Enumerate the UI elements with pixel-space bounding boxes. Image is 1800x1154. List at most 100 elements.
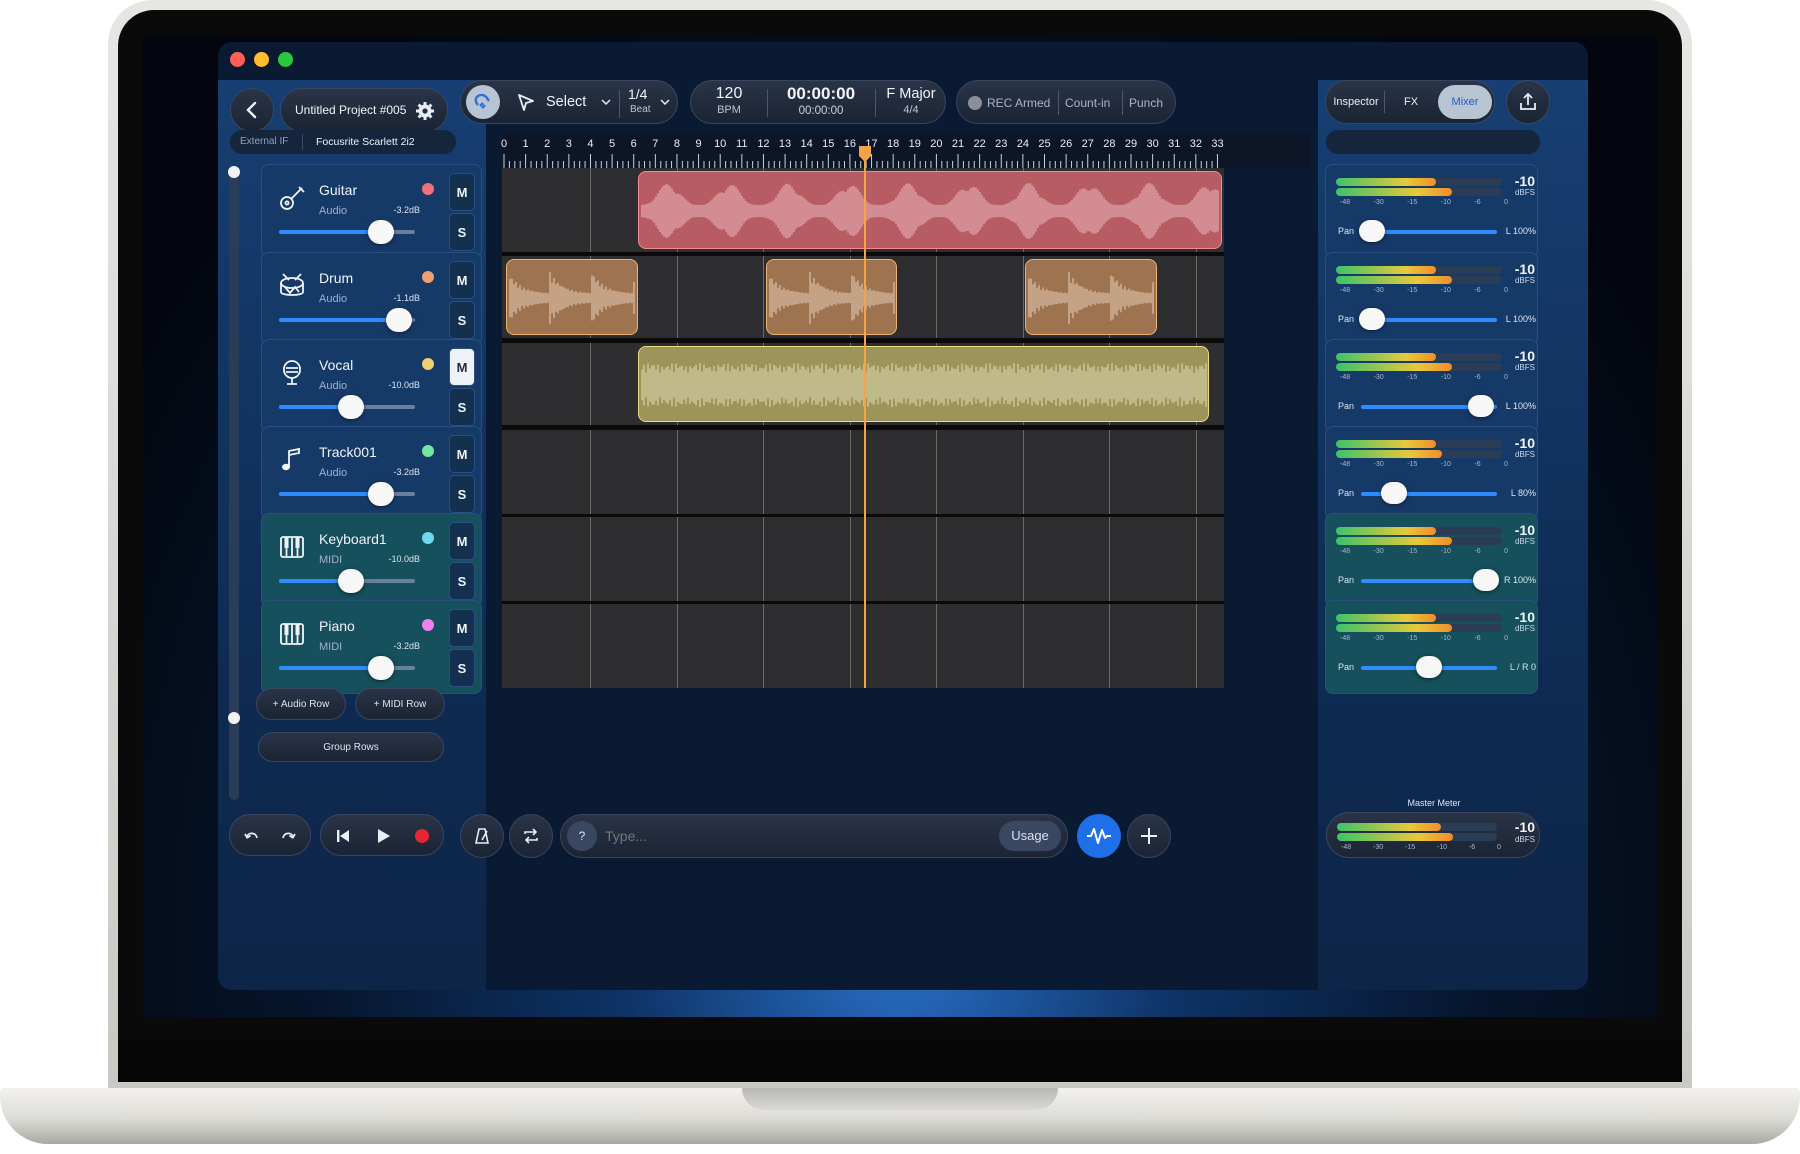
arrangement-area[interactable] (502, 168, 1224, 688)
timeline-ruler[interactable]: 0 1 2 3 4 5 6 7 8 9 10 11 12 13 14 15 16 17 18 19 20 21 22 23 24… (501, 134, 1310, 168)
punch-toggle[interactable]: Punch (1129, 96, 1163, 110)
audio-interface-bar[interactable]: External IF Focusrite Scarlett 2i2 (230, 130, 456, 154)
track-header[interactable]: Guitar Audio -3.2dB M S (261, 164, 482, 258)
audio-clip[interactable] (506, 259, 639, 335)
prompt-bar: ? Usage (560, 814, 1068, 858)
pan-slider-knob[interactable] (1359, 220, 1385, 242)
project-pill[interactable]: Untitled Project #005 (280, 88, 448, 132)
volume-slider-knob[interactable] (338, 395, 364, 419)
tab-inspector[interactable]: Inspector (1328, 86, 1384, 118)
redo-icon[interactable] (280, 828, 296, 844)
meter-level (1336, 440, 1436, 448)
usage-button[interactable]: Usage (999, 821, 1061, 851)
track-lane[interactable] (502, 430, 1224, 514)
grid-value[interactable]: 1/4 (628, 86, 647, 102)
help-button[interactable]: ? (567, 821, 597, 851)
track-volume-db: -3.2dB (393, 641, 420, 651)
skip-to-start-icon[interactable] (335, 828, 351, 844)
mute-button[interactable]: M (449, 261, 475, 299)
group-rows-button[interactable]: Group Rows (258, 732, 444, 762)
track-header[interactable]: Vocal Audio -10.0dB M S (261, 339, 482, 433)
volume-slider-knob[interactable] (368, 482, 394, 506)
audio-clip[interactable] (765, 259, 898, 335)
pan-slider-knob[interactable] (1359, 308, 1385, 330)
mute-button[interactable]: M (449, 609, 475, 647)
meter-scale-label: -15 (1407, 635, 1418, 642)
tab-mixer[interactable]: Mixer (1438, 85, 1492, 119)
mute-button[interactable]: M (449, 173, 475, 211)
interface-divider (302, 134, 303, 150)
track-header[interactable]: Track001 Audio -3.2dB M S (261, 426, 482, 520)
audio-clip[interactable] (1025, 259, 1157, 335)
back-button[interactable] (230, 88, 274, 132)
tool-select-label[interactable]: Select (546, 94, 586, 110)
waveform-button[interactable] (1077, 814, 1121, 858)
scrollbar-top-handle[interactable] (228, 166, 240, 178)
grid-dropdown-icon[interactable] (660, 98, 670, 106)
count-in-toggle[interactable]: Count-in (1065, 96, 1110, 110)
rec-armed-toggle[interactable]: REC Armed (987, 96, 1050, 110)
track-color-dot[interactable] (422, 358, 434, 370)
export-button[interactable] (1506, 80, 1550, 124)
minimize-window-button[interactable] (254, 52, 269, 67)
solo-button[interactable]: S (449, 649, 475, 687)
clip-waveform (1028, 271, 1154, 325)
tempo-value[interactable]: 120 (691, 85, 767, 103)
record-icon[interactable] (414, 828, 430, 844)
undo-icon[interactable] (244, 828, 260, 844)
mute-button[interactable]: M (449, 435, 475, 473)
play-icon[interactable] (374, 827, 392, 845)
track-header[interactable]: Piano MIDI -3.2dB M S (261, 600, 482, 694)
snap-button[interactable] (466, 85, 500, 119)
gear-icon[interactable] (415, 101, 435, 121)
solo-button[interactable]: S (449, 388, 475, 426)
track-color-dot[interactable] (422, 619, 434, 631)
track-lane[interactable] (502, 604, 1224, 688)
time-signature[interactable]: 4/4 (875, 104, 947, 116)
scrollbar-bottom-handle[interactable] (228, 712, 240, 724)
pan-slider-knob[interactable] (1381, 482, 1407, 504)
zoom-window-button[interactable] (278, 52, 293, 67)
track-lane[interactable] (502, 517, 1224, 601)
meter-value: -10 (1514, 261, 1535, 277)
solo-button[interactable]: S (449, 562, 475, 600)
add-midi-row-button[interactable]: + MIDI Row (355, 688, 445, 720)
add-audio-row-button[interactable]: + Audio Row (256, 688, 346, 720)
bar-gridline (1109, 430, 1111, 514)
project-name: Untitled Project #005 (295, 103, 407, 117)
key-signature[interactable]: F Major (875, 86, 947, 102)
track-header[interactable]: Drum Audio -1.1dB M S (261, 252, 482, 346)
pan-slider-knob[interactable] (1468, 395, 1494, 417)
playhead-handle[interactable] (859, 146, 872, 162)
solo-button[interactable]: S (449, 475, 475, 513)
audio-clip[interactable] (638, 171, 1222, 249)
pan-slider-knob[interactable] (1416, 656, 1442, 678)
volume-slider-knob[interactable] (368, 656, 394, 680)
track-color-dot[interactable] (422, 271, 434, 283)
mute-button[interactable]: M (449, 348, 475, 386)
prompt-input[interactable] (605, 822, 985, 850)
tool-dropdown-icon[interactable] (601, 98, 611, 106)
close-window-button[interactable] (230, 52, 245, 67)
metronome-button[interactable] (460, 814, 504, 858)
volume-slider-knob[interactable] (368, 220, 394, 244)
track-scrollbar[interactable] (229, 166, 239, 800)
meter-unit: dBFS (1514, 363, 1535, 372)
track-color-dot[interactable] (422, 532, 434, 544)
volume-slider-knob[interactable] (386, 308, 412, 332)
mute-button[interactable]: M (449, 522, 475, 560)
tab-fx[interactable]: FX (1386, 86, 1436, 118)
solo-button[interactable]: S (449, 213, 475, 251)
solo-button[interactable]: S (449, 301, 475, 339)
loop-button[interactable] (509, 814, 553, 858)
track-color-dot[interactable] (422, 183, 434, 195)
volume-slider-knob[interactable] (338, 569, 364, 593)
audio-clip[interactable] (638, 346, 1209, 422)
meter-scale-label: -30 (1373, 548, 1384, 555)
pointer-icon[interactable] (516, 92, 536, 112)
track-header[interactable]: Keyboard1 MIDI -10.0dB M S (261, 513, 482, 607)
pan-slider-knob[interactable] (1473, 569, 1499, 591)
track-color-dot[interactable] (422, 445, 434, 457)
track-type: MIDI (319, 554, 343, 566)
add-button[interactable] (1127, 814, 1171, 858)
